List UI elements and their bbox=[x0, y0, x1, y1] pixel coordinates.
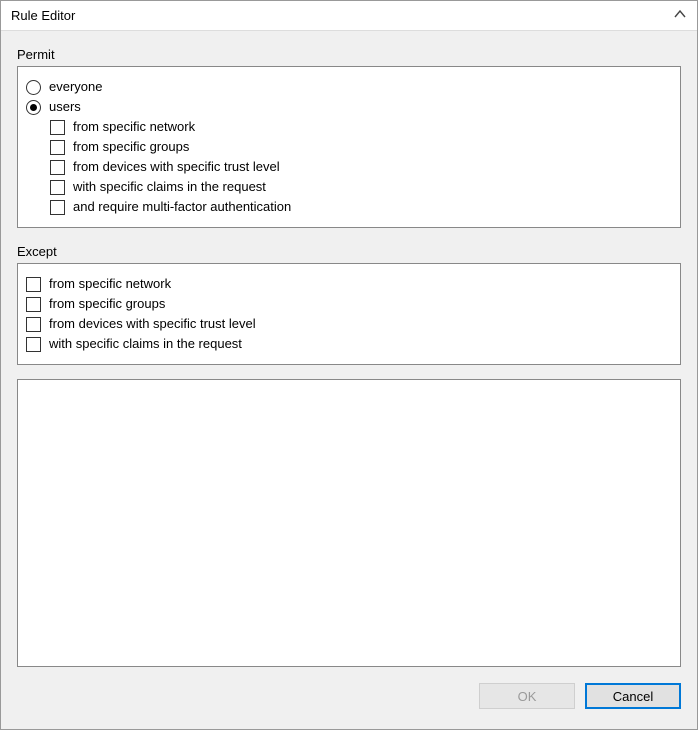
checkbox-permit-groups[interactable] bbox=[50, 140, 65, 155]
permit-option-row[interactable]: with specific claims in the request bbox=[26, 177, 672, 197]
collapse-chevron-icon[interactable] bbox=[673, 7, 687, 24]
except-section-label: Except bbox=[17, 244, 681, 259]
dialog-buttons: OK Cancel bbox=[17, 675, 681, 715]
radio-everyone[interactable] bbox=[26, 80, 41, 95]
permit-option-row[interactable]: from specific network bbox=[26, 117, 672, 137]
checkbox-permit-network[interactable] bbox=[50, 120, 65, 135]
permit-section-label: Permit bbox=[17, 47, 681, 62]
radio-users[interactable] bbox=[26, 100, 41, 115]
radio-everyone-row[interactable]: everyone bbox=[26, 77, 672, 97]
window-title: Rule Editor bbox=[11, 8, 75, 23]
checkbox-except-groups[interactable] bbox=[26, 297, 41, 312]
checkbox-except-trust-level[interactable] bbox=[26, 317, 41, 332]
checkbox-except-claims[interactable] bbox=[26, 337, 41, 352]
checkbox-permit-trust-level[interactable] bbox=[50, 160, 65, 175]
titlebar: Rule Editor bbox=[1, 1, 697, 31]
radio-users-label: users bbox=[49, 98, 81, 116]
checkbox-label: from specific network bbox=[49, 275, 171, 293]
checkbox-permit-claims[interactable] bbox=[50, 180, 65, 195]
checkbox-label: from specific groups bbox=[49, 295, 165, 313]
checkbox-label: with specific claims in the request bbox=[49, 335, 242, 353]
permit-panel: everyone users from specific network fro… bbox=[17, 66, 681, 228]
checkbox-label: from specific network bbox=[73, 118, 195, 136]
checkbox-label: from specific groups bbox=[73, 138, 189, 156]
except-option-row[interactable]: from devices with specific trust level bbox=[26, 314, 672, 334]
checkbox-label: and require multi-factor authentication bbox=[73, 198, 291, 216]
permit-option-row[interactable]: from specific groups bbox=[26, 137, 672, 157]
permit-option-row[interactable]: and require multi-factor authentication bbox=[26, 197, 672, 217]
radio-users-row[interactable]: users bbox=[26, 97, 672, 117]
dialog-body: Permit everyone users from specific netw… bbox=[1, 31, 697, 729]
permit-option-row[interactable]: from devices with specific trust level bbox=[26, 157, 672, 177]
checkbox-label: with specific claims in the request bbox=[73, 178, 266, 196]
checkbox-label: from devices with specific trust level bbox=[73, 158, 280, 176]
except-panel: from specific network from specific grou… bbox=[17, 263, 681, 365]
except-option-row[interactable]: from specific groups bbox=[26, 294, 672, 314]
cancel-button[interactable]: Cancel bbox=[585, 683, 681, 709]
except-option-row[interactable]: with specific claims in the request bbox=[26, 334, 672, 354]
summary-panel bbox=[17, 379, 681, 667]
checkbox-except-network[interactable] bbox=[26, 277, 41, 292]
checkbox-label: from devices with specific trust level bbox=[49, 315, 256, 333]
ok-button: OK bbox=[479, 683, 575, 709]
radio-everyone-label: everyone bbox=[49, 78, 102, 96]
checkbox-permit-mfa[interactable] bbox=[50, 200, 65, 215]
except-option-row[interactable]: from specific network bbox=[26, 274, 672, 294]
